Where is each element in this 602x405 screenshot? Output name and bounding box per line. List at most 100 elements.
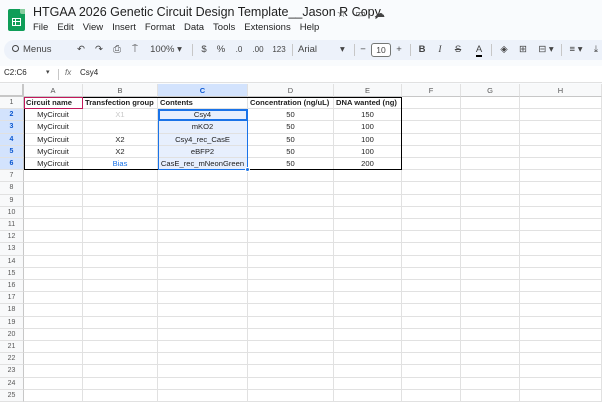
redo-icon[interactable]: ↷ [92, 40, 106, 60]
table-cell[interactable] [248, 194, 334, 207]
table-cell[interactable] [83, 170, 158, 183]
table-cell[interactable] [334, 304, 402, 317]
row-header-20[interactable]: 20 [0, 328, 24, 341]
table-cell[interactable]: MyCircuit [24, 145, 83, 158]
table-cell[interactable]: MyCircuit [24, 133, 83, 146]
table-cell[interactable] [461, 133, 520, 146]
table-cell[interactable] [83, 267, 158, 280]
table-cell[interactable]: MyCircuit [24, 121, 83, 134]
header-cell[interactable] [461, 97, 520, 110]
table-cell[interactable] [248, 365, 334, 378]
table-cell[interactable] [461, 182, 520, 195]
table-cell[interactable] [24, 170, 83, 183]
row-header-24[interactable]: 24 [0, 377, 24, 390]
table-cell[interactable] [83, 255, 158, 268]
table-cell[interactable] [402, 365, 461, 378]
select-all-corner[interactable] [0, 84, 24, 97]
table-cell[interactable] [461, 255, 520, 268]
table-cell[interactable] [520, 316, 602, 329]
table-cell[interactable] [402, 280, 461, 293]
table-cell[interactable] [24, 219, 83, 232]
table-cell[interactable] [248, 292, 334, 305]
table-cell[interactable]: 50 [248, 145, 334, 158]
table-cell[interactable] [461, 219, 520, 232]
table-cell[interactable] [461, 231, 520, 244]
table-cell[interactable] [158, 292, 248, 305]
table-cell[interactable]: X1 [83, 109, 158, 122]
table-cell[interactable] [461, 109, 520, 122]
table-cell[interactable] [461, 365, 520, 378]
header-cell[interactable]: Circuit name [24, 97, 83, 110]
header-cell[interactable] [520, 97, 602, 110]
table-cell[interactable] [24, 341, 83, 354]
column-header-c[interactable]: C [158, 84, 248, 97]
table-cell[interactable]: Csy4_rec_CasE [158, 133, 248, 146]
row-header-15[interactable]: 15 [0, 267, 24, 280]
menu-format[interactable]: Format [145, 22, 175, 33]
table-cell[interactable] [334, 316, 402, 329]
formula-input[interactable]: Csy4 [80, 68, 98, 77]
table-cell[interactable] [461, 280, 520, 293]
row-header-4[interactable]: 4 [0, 133, 24, 146]
table-cell[interactable] [402, 255, 461, 268]
menu-help[interactable]: Help [300, 22, 320, 33]
header-cell[interactable]: Transfection group [83, 97, 158, 110]
table-cell[interactable] [248, 377, 334, 390]
table-cell[interactable] [520, 341, 602, 354]
table-cell[interactable] [248, 304, 334, 317]
table-cell[interactable]: 150 [334, 109, 402, 122]
cloud-status-icon[interactable]: ☁ [373, 7, 386, 20]
decrease-decimal-button[interactable]: .0 [232, 40, 246, 60]
table-cell[interactable] [83, 219, 158, 232]
table-cell[interactable] [520, 304, 602, 317]
table-cell[interactable] [520, 267, 602, 280]
table-cell[interactable]: 50 [248, 133, 334, 146]
table-cell[interactable] [158, 194, 248, 207]
table-cell[interactable] [402, 109, 461, 122]
table-cell[interactable] [461, 389, 520, 402]
table-cell[interactable] [158, 243, 248, 256]
increase-decimal-button[interactable]: .00 [250, 40, 266, 60]
table-cell[interactable] [334, 255, 402, 268]
table-cell[interactable] [158, 267, 248, 280]
row-header-25[interactable]: 25 [0, 389, 24, 402]
table-cell[interactable] [520, 219, 602, 232]
table-cell[interactable]: 100 [334, 121, 402, 134]
table-cell[interactable] [520, 328, 602, 341]
font-size-input[interactable]: 10 [371, 43, 391, 57]
table-cell[interactable] [248, 206, 334, 219]
table-cell[interactable] [158, 219, 248, 232]
table-cell[interactable] [248, 316, 334, 329]
table-cell[interactable] [334, 243, 402, 256]
table-cell[interactable] [520, 194, 602, 207]
table-cell[interactable] [83, 389, 158, 402]
table-cell[interactable] [158, 206, 248, 219]
menus-search-button[interactable]: Menus [12, 40, 66, 60]
table-cell[interactable] [24, 365, 83, 378]
table-cell[interactable] [24, 231, 83, 244]
row-header-5[interactable]: 5 [0, 145, 24, 158]
column-header-b[interactable]: B [83, 84, 158, 97]
row-header-10[interactable]: 10 [0, 206, 24, 219]
table-cell[interactable] [158, 341, 248, 354]
table-cell[interactable] [248, 341, 334, 354]
table-cell[interactable]: 50 [248, 121, 334, 134]
table-cell[interactable]: X2 [83, 145, 158, 158]
menu-edit[interactable]: Edit [57, 22, 73, 33]
table-cell[interactable] [334, 353, 402, 366]
table-cell[interactable] [461, 206, 520, 219]
header-cell[interactable] [402, 97, 461, 110]
table-cell[interactable] [158, 182, 248, 195]
table-cell[interactable] [248, 280, 334, 293]
table-cell[interactable] [24, 328, 83, 341]
table-cell[interactable] [248, 353, 334, 366]
merge-cells-icon[interactable]: ⊟ ▾ [535, 40, 557, 60]
menu-view[interactable]: View [83, 22, 103, 33]
paint-format-icon[interactable]: ⍑ [128, 40, 142, 60]
menu-extensions[interactable]: Extensions [244, 22, 290, 33]
table-cell[interactable] [520, 243, 602, 256]
folder-move-icon[interactable]: ▭ [354, 7, 367, 20]
font-size-increase-button[interactable]: + [394, 40, 404, 60]
table-cell[interactable] [158, 170, 248, 183]
table-cell[interactable] [520, 377, 602, 390]
